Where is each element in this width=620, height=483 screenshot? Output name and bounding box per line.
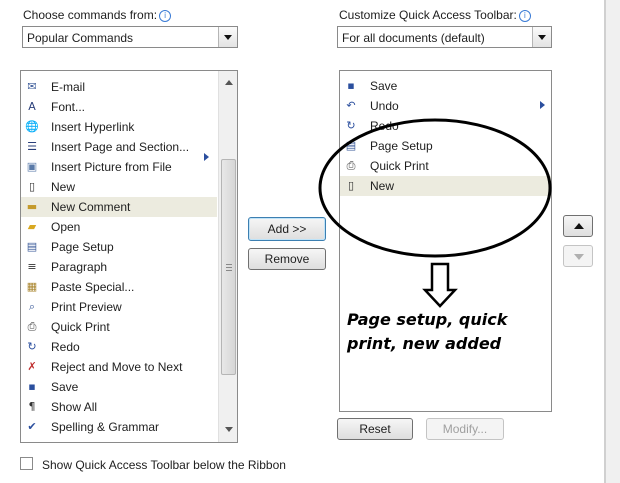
annotation-line-2: print, new added (347, 334, 502, 353)
annotation-arrow-icon (422, 262, 458, 308)
annotation-overlay (318, 118, 552, 308)
annotation-line-1: Page setup, quick (347, 310, 508, 329)
annotation-ellipse (318, 118, 552, 258)
